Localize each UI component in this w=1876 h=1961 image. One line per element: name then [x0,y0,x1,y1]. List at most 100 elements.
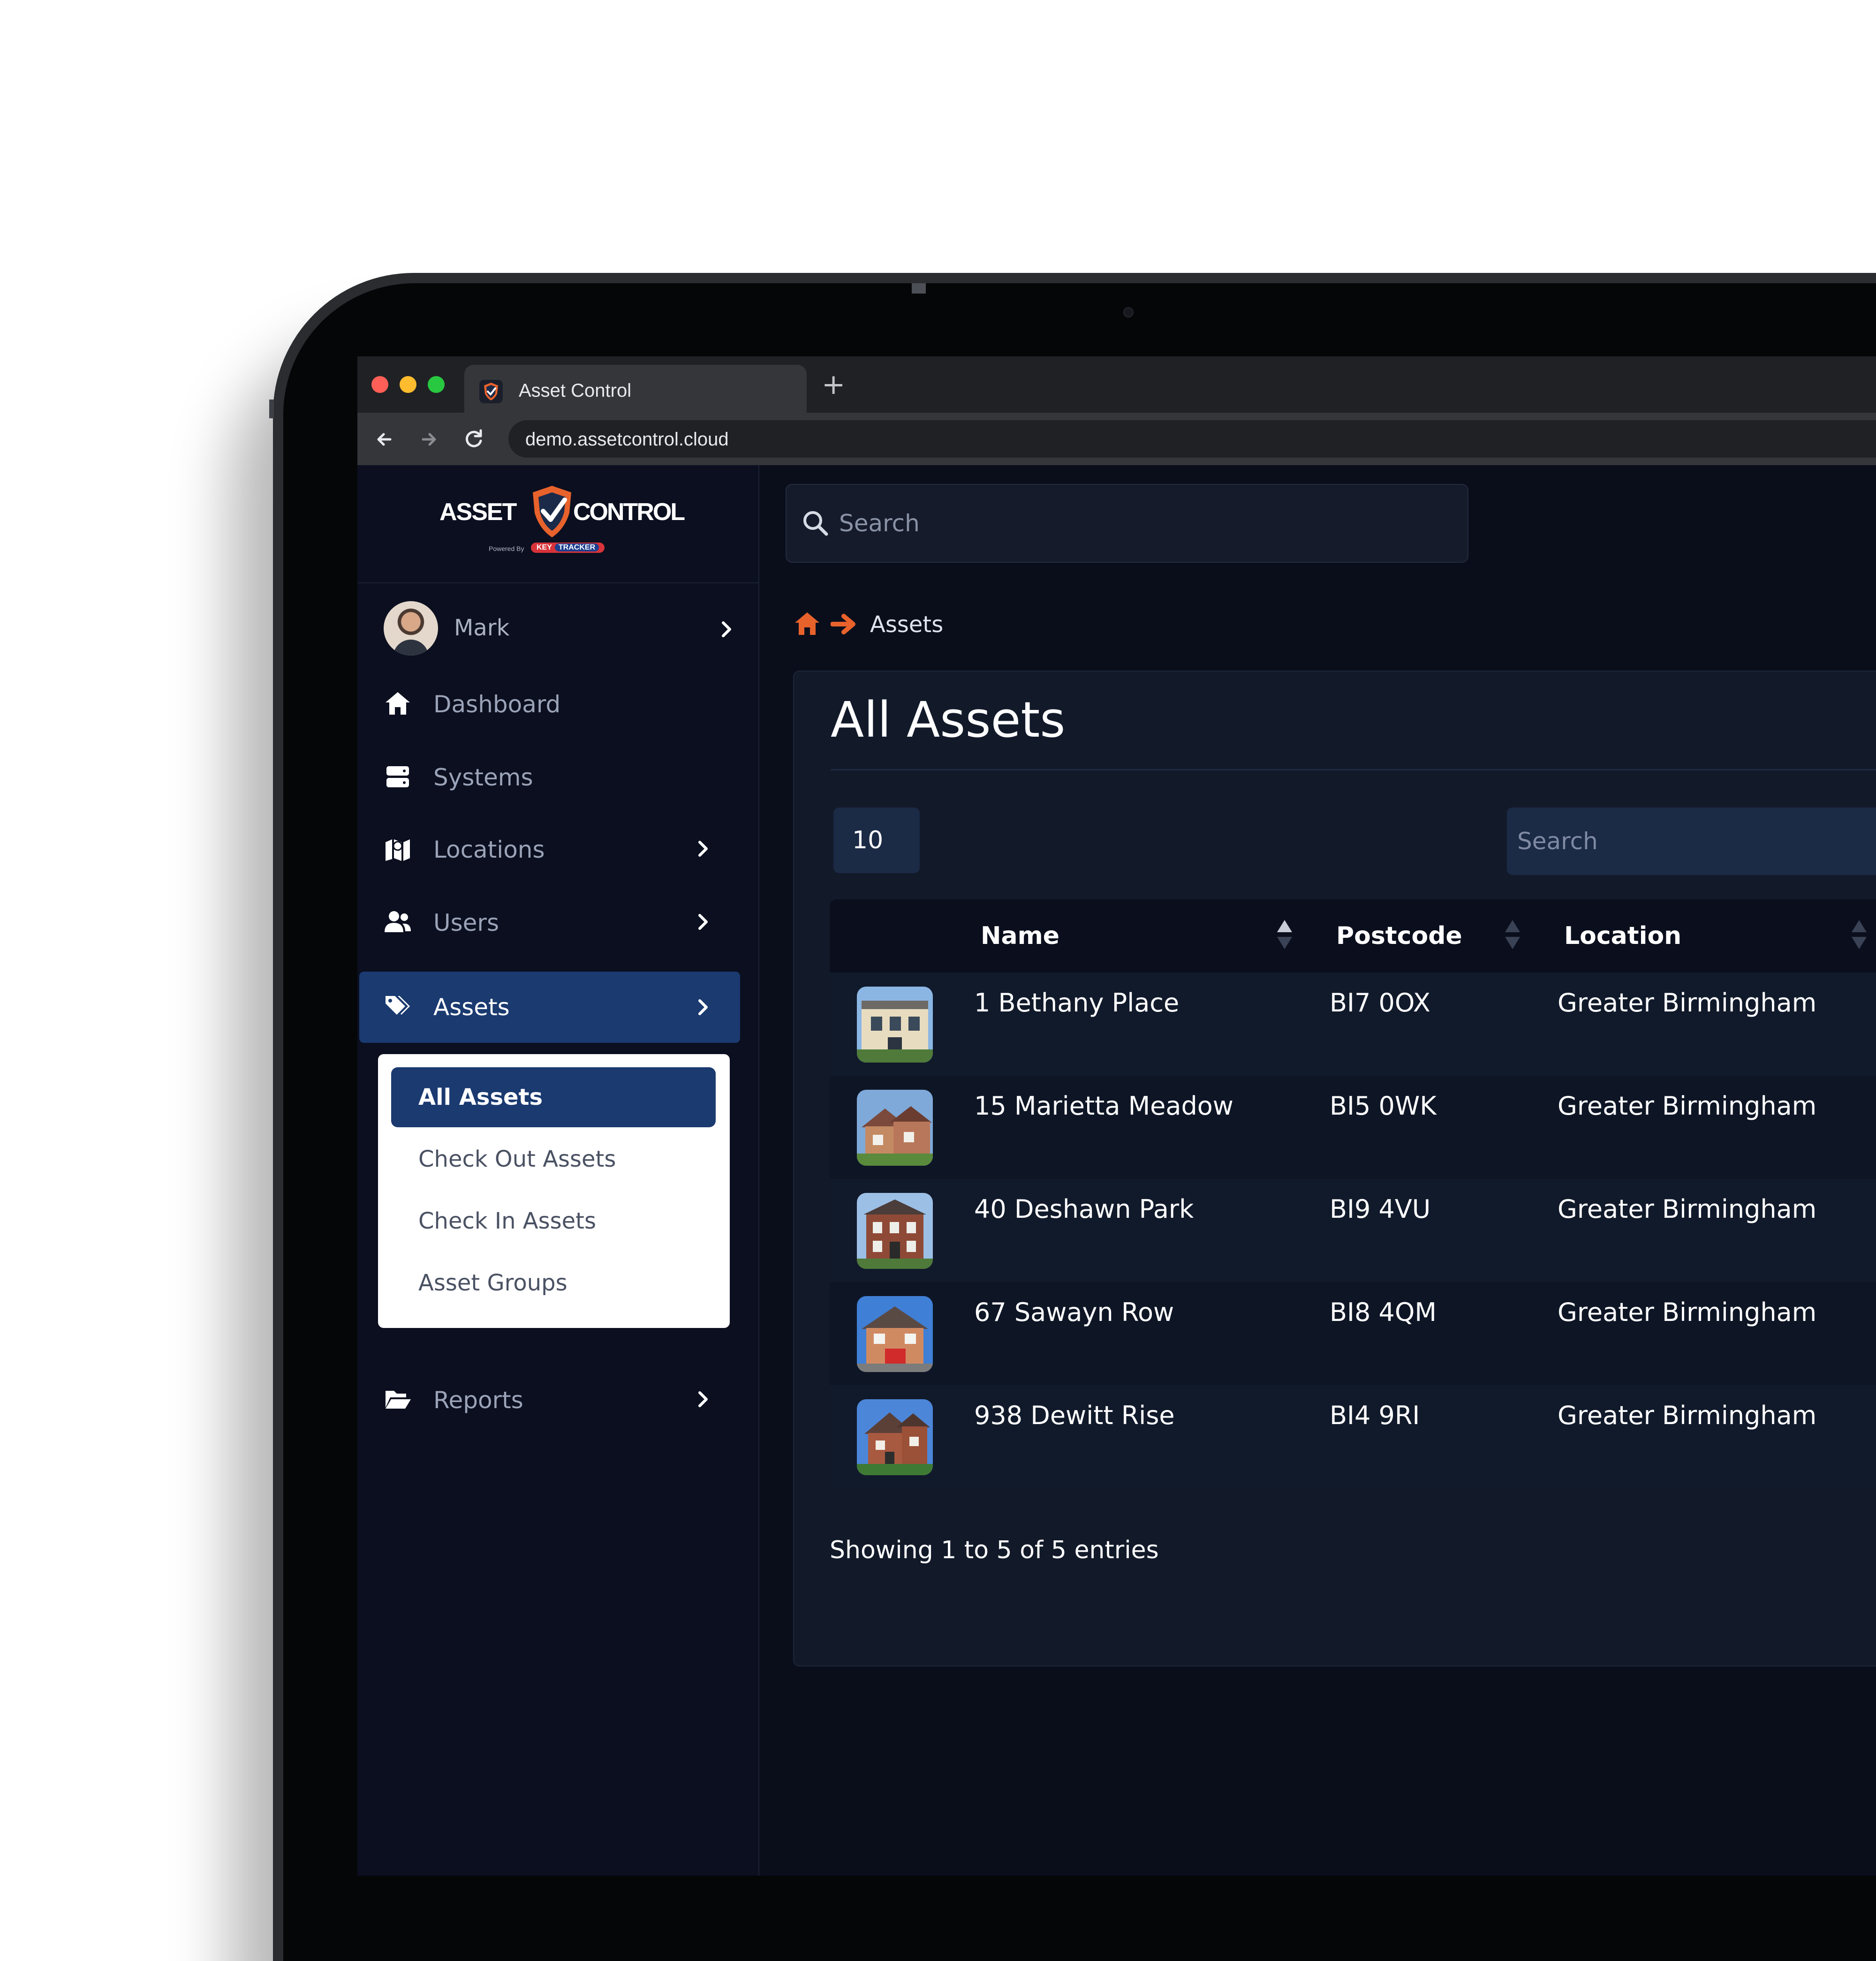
home-icon [386,692,410,715]
submenu-item-label: All Assets [418,1084,543,1110]
cell-postcode: BI9 4VU [1330,1194,1431,1224]
avatar-shirt [393,640,429,656]
asset-thumbnail [857,1399,933,1475]
sidebar-item-label: Reports [433,1387,523,1414]
tags-icon [386,996,410,1015]
table-row[interactable]: 15 Marietta Meadow BI5 0WK Greater Birmi… [830,1076,1876,1179]
cell-location: Greater Birmingham [1558,1297,1817,1327]
sidebar-item-users[interactable]: Users [357,887,758,958]
sort-icon[interactable] [1850,918,1868,951]
chevron-right-icon [698,841,708,857]
cell-postcode: BI5 0WK [1330,1091,1437,1121]
cell-name: 938 Dewitt Rise [974,1401,1175,1430]
sidebar-item-label: Systems [433,764,533,791]
sort-icon[interactable] [1275,918,1294,951]
shield-favicon-icon [479,380,503,403]
shield-check-logo-icon [533,486,571,537]
submenu-item-check-in-assets[interactable]: Check In Assets [391,1191,716,1251]
sidebar-item-label: Locations [433,836,545,863]
submenu-item-asset-groups[interactable]: Asset Groups [391,1253,716,1313]
users-icon [385,911,411,932]
chevron-right-icon [698,914,708,930]
new-tab-button[interactable]: + [822,370,845,399]
sidebar-item-label: Assets [433,994,510,1021]
url-text: demo.assetcontrol.cloud [525,429,729,450]
user-profile[interactable]: Mark [384,601,740,657]
submenu-item-label: Check In Assets [418,1208,596,1234]
table-row[interactable]: 1 Bethany Place BI7 0OX Greater Birmingh… [830,973,1876,1076]
table-search-placeholder: Search [1517,828,1598,855]
sidebar-item-reports[interactable]: Reports [357,1365,758,1435]
url-field[interactable]: demo.assetcontrol.cloud [508,420,1876,458]
minimize-window-button[interactable] [400,376,416,393]
chevron-right-icon [698,999,708,1015]
sidebar-item-label: Dashboard [433,691,561,718]
server-icon [386,766,409,787]
sidebar-item-label: Users [433,909,499,936]
forward-arrow-icon[interactable] [416,427,442,452]
sidebar-item-assets[interactable]: Assets [359,972,740,1043]
key-tracker-tracker: TRACKER [554,543,599,551]
asset-thumbnail [857,987,933,1063]
cell-name: 1 Bethany Place [974,988,1180,1018]
submenu-item-check-out-assets[interactable]: Check Out Assets [391,1129,716,1189]
column-header-postcode[interactable]: Postcode [1336,921,1462,951]
page-size-select[interactable]: 10 [833,807,920,873]
avatar [384,601,438,656]
column-header-location[interactable]: Location [1564,921,1681,951]
address-bar: demo.assetcontrol.cloud [357,413,1876,465]
app: ASSET CONTROL Powered By KEY TRACKER Mark [357,465,1876,1876]
chevron-right-icon [722,621,731,637]
logo-text-control: CONTROL [573,498,685,526]
cell-name: 40 Deshawn Park [974,1194,1194,1224]
logo[interactable]: ASSET CONTROL Powered By KEY TRACKER [357,465,758,583]
table-row[interactable]: 40 Deshawn Park BI9 4VU Greater Birmingh… [830,1179,1876,1282]
tab-title: Asset Control [519,380,632,401]
cell-location: Greater Birmingham [1558,1194,1817,1224]
table-row[interactable]: 938 Dewitt Rise BI4 9RI Greater Birmingh… [830,1385,1876,1488]
user-name: Mark [454,615,510,641]
sidebar-item-systems[interactable]: Systems [357,742,758,812]
cell-name: 67 Sawayn Row [974,1297,1174,1327]
table-row[interactable]: 67 Sawayn Row BI8 4QM Greater Birmingham [830,1282,1876,1385]
asset-thumbnail [857,1193,933,1269]
submenu-item-all-assets[interactable]: All Assets [391,1067,716,1127]
key-tracker-key: KEY [537,543,552,551]
reload-icon[interactable] [461,427,487,452]
device-notch [912,283,926,294]
asset-thumbnail [857,1296,933,1372]
map-icon [386,839,410,861]
cell-location: Greater Birmingham [1558,1091,1817,1121]
key-tracker-badge: KEY TRACKER [531,543,605,553]
home-icon[interactable] [793,611,821,637]
device-button [269,400,274,418]
sort-icon[interactable] [1503,918,1522,951]
breadcrumb-current[interactable]: Assets [870,611,943,639]
global-search-input[interactable]: Search [786,484,1468,563]
column-header-name[interactable]: Name [981,921,1059,951]
cell-name: 15 Marietta Meadow [974,1091,1233,1121]
asset-thumbnail [857,1090,933,1166]
cell-postcode: BI7 0OX [1330,988,1430,1018]
chevron-right-icon [698,1391,708,1407]
screen: Asset Control + demo.assetcontrol.cloud … [357,356,1876,1876]
browser-tab[interactable]: Asset Control [464,365,807,413]
page-size-value: 10 [852,826,884,854]
table-search-input[interactable]: Search [1507,807,1876,875]
assets-card: All Assets 10 Search Name Postcode Locat… [793,671,1876,1667]
close-window-button[interactable] [371,376,388,393]
sidebar: ASSET CONTROL Powered By KEY TRACKER Mark [357,465,759,1876]
folder-open-icon [386,1391,411,1409]
search-placeholder: Search [839,510,920,537]
arrow-right-icon [831,614,855,634]
maximize-window-button[interactable] [428,376,445,393]
back-arrow-icon[interactable] [371,427,397,452]
assets-submenu: All Assets Check Out Assets Check In Ass… [378,1054,730,1328]
table-info: Showing 1 to 5 of 5 entries [830,1536,1159,1564]
sidebar-item-dashboard[interactable]: Dashboard [357,669,758,739]
divider [831,769,1876,770]
logo-text-asset: ASSET [439,498,517,526]
table-header: Name Postcode Location [830,899,1876,973]
cell-location: Greater Birmingham [1558,988,1817,1018]
sidebar-item-locations[interactable]: Locations [357,814,758,884]
